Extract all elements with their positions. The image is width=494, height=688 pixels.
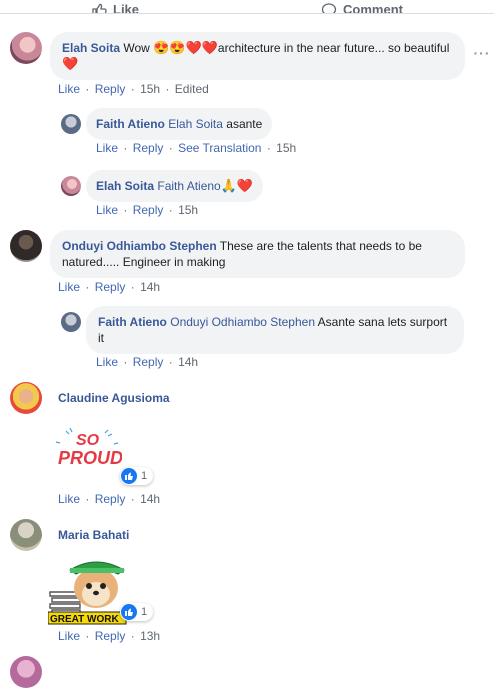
edited-label[interactable]: Edited: [175, 82, 209, 96]
timestamp[interactable]: 13h: [140, 629, 160, 643]
mention-link[interactable]: Faith Atieno: [157, 179, 220, 193]
sticker-text-so: SO: [76, 432, 100, 449]
like-link[interactable]: Like: [96, 203, 118, 217]
comment-actions: Like · Reply · 14h: [58, 492, 161, 506]
heart-eyes-emoji-icon: 😍😍❤️❤️: [153, 40, 218, 55]
like-link[interactable]: Like: [96, 355, 118, 369]
avatar[interactable]: [10, 32, 42, 64]
mention-link[interactable]: Onduyi Odhiambo Stephen: [170, 315, 315, 329]
sparkle-icon: SO PROUD: [55, 427, 123, 468]
like-reaction-icon: [121, 604, 137, 620]
reply-link[interactable]: Reply: [95, 280, 126, 294]
timestamp[interactable]: 14h: [140, 492, 160, 506]
so-proud-sticker: SO PROUD: [52, 424, 123, 470]
post-action-bar: Like Comment: [0, 0, 494, 14]
avatar[interactable]: [10, 382, 42, 414]
comment-icon: [321, 3, 337, 13]
like-link[interactable]: Like: [58, 280, 80, 294]
comment-bubble: Elah Soita Wow 😍😍❤️❤️architecture in the…: [50, 32, 465, 80]
comment-author[interactable]: Faith Atieno: [98, 315, 167, 329]
comment-actions: Like · Reply · See Translation · 15h: [96, 141, 297, 155]
reaction-count: 1: [141, 470, 148, 482]
comment-actions: Like · Reply · 15h · Edited: [58, 82, 209, 96]
comment-author[interactable]: Faith Atieno: [96, 117, 165, 131]
heart-emoji-icon: ❤️: [62, 56, 79, 71]
timestamp[interactable]: 15h: [276, 141, 296, 155]
like-link[interactable]: Like: [58, 82, 80, 96]
avatar[interactable]: [61, 176, 81, 196]
thumbs-up-icon: [92, 3, 107, 13]
comment-text: architecture in the near future... so be…: [217, 41, 450, 55]
avatar[interactable]: [61, 312, 81, 332]
reply-link[interactable]: Reply: [95, 629, 126, 643]
avatar[interactable]: [10, 230, 42, 262]
like-link[interactable]: Like: [58, 492, 80, 506]
like-link[interactable]: Like: [96, 141, 118, 155]
avatar[interactable]: [10, 519, 42, 551]
comment-bubble: Faith Atieno Onduyi Odhiambo Stephen Asa…: [86, 306, 464, 354]
like-reaction-icon: [121, 468, 137, 484]
comment-action-label: Comment: [343, 2, 403, 14]
reply-link[interactable]: Reply: [95, 492, 126, 506]
reply-link[interactable]: Reply: [95, 82, 126, 96]
timestamp[interactable]: 15h: [178, 203, 198, 217]
timestamp[interactable]: 14h: [178, 355, 198, 369]
reply-link[interactable]: Reply: [133, 141, 164, 155]
see-translation-link[interactable]: See Translation: [178, 141, 261, 155]
comment-bubble: Onduyi Odhiambo Stephen These are the ta…: [50, 230, 465, 278]
reply-link[interactable]: Reply: [133, 203, 164, 217]
sticker-text-great-work: GREAT WORK: [50, 614, 119, 625]
avatar[interactable]: [10, 656, 42, 688]
sticker-text-proud: PROUD: [58, 448, 122, 468]
comment-actions: Like · Reply · 14h: [96, 355, 199, 369]
comment-author[interactable]: Onduyi Odhiambo Stephen: [62, 239, 217, 253]
comment-action-button[interactable]: Comment: [321, 2, 403, 14]
comment-text: asante: [222, 117, 263, 131]
timestamp[interactable]: 15h: [140, 82, 160, 96]
like-action-label: Like: [113, 2, 140, 14]
comment-actions: Like · Reply · 14h: [58, 280, 161, 294]
pray-heart-emoji-icon: 🙏❤️: [220, 178, 254, 193]
comment-author[interactable]: Elah Soita: [96, 179, 154, 193]
reaction-count-badge[interactable]: 1: [120, 467, 154, 485]
timestamp[interactable]: 14h: [140, 280, 160, 294]
avatar[interactable]: [61, 114, 81, 134]
mention-link[interactable]: Elah Soita: [168, 117, 223, 131]
more-options-icon[interactable]: ···: [470, 44, 494, 68]
reply-link[interactable]: Reply: [133, 355, 164, 369]
like-link[interactable]: Like: [58, 629, 80, 643]
reaction-count-badge[interactable]: 1: [120, 603, 154, 621]
comment-author[interactable]: Elah Soita: [62, 41, 120, 55]
comment-author[interactable]: Claudine Agusioma: [58, 391, 170, 405]
comment-bubble: Elah Soita Faith Atieno 🙏❤️: [86, 170, 264, 202]
like-action-button[interactable]: Like: [91, 2, 140, 14]
reaction-count: 1: [141, 606, 148, 618]
comment-author[interactable]: Maria Bahati: [58, 528, 129, 542]
comment-actions: Like · Reply · 13h: [58, 629, 161, 643]
comment-actions: Like · Reply · 15h: [96, 203, 199, 217]
comment-bubble: Faith Atieno Elah Soita asante: [86, 108, 273, 140]
comment-text: Wow: [123, 41, 154, 55]
